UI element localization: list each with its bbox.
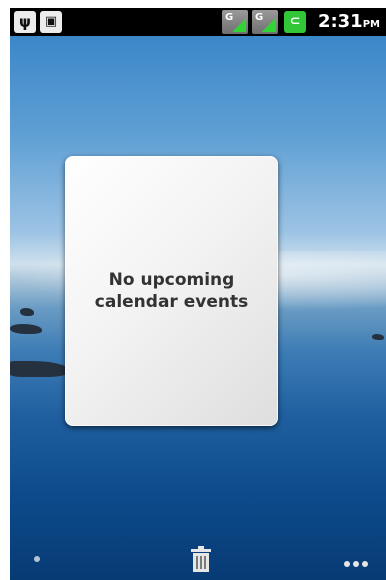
clock: 2:31PM (318, 10, 380, 37)
rock-formation (10, 361, 70, 377)
dot-icon[interactable] (34, 556, 40, 562)
clock-ampm: PM (362, 19, 380, 30)
clock-time: 2:31 (317, 11, 363, 32)
signal-icon: G (252, 10, 278, 34)
trash-icon[interactable] (190, 546, 212, 572)
widget-message: No upcoming calendar events (94, 270, 249, 312)
launcher-dock (10, 536, 386, 580)
status-bar[interactable]: ψ ▣ G G ⊂ 2:31PM (10, 8, 386, 36)
rock-formation (10, 324, 42, 334)
phone-screen: ψ ▣ G G ⊂ 2:31PM No upcoming calendar ev… (10, 8, 386, 580)
usb-icon: ψ (14, 11, 36, 33)
rock-formation (20, 308, 34, 316)
debug-icon: ▣ (40, 11, 62, 33)
more-icon[interactable] (344, 552, 374, 567)
calendar-widget[interactable]: No upcoming calendar events (65, 156, 278, 426)
battery-icon: ⊂ (284, 11, 306, 33)
rock-formation (372, 334, 384, 340)
signal-icon: G (222, 10, 248, 34)
